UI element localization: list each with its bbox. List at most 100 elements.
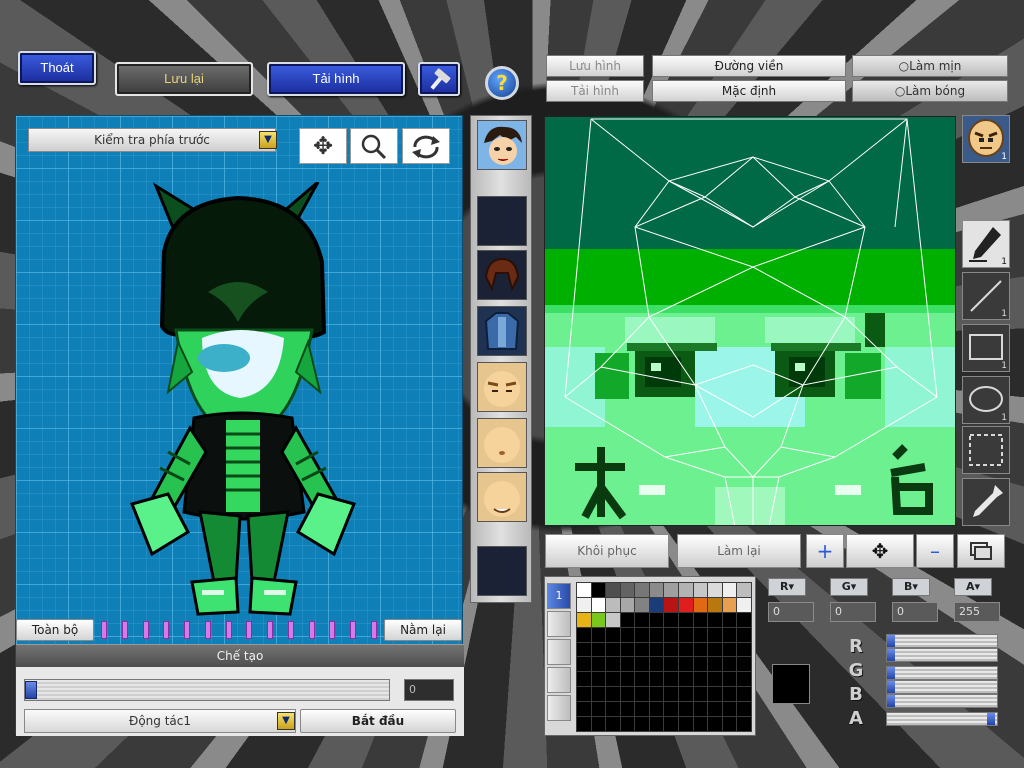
palette-swatch[interactable] <box>576 716 592 732</box>
palette-swatch[interactable] <box>590 596 607 613</box>
palette-tab-2[interactable] <box>547 611 571 637</box>
palette-swatch[interactable] <box>605 716 621 732</box>
frame-tick[interactable] <box>371 621 377 639</box>
palette-swatch[interactable] <box>634 671 650 688</box>
chevron-down-icon[interactable]: ▼ <box>277 712 295 730</box>
palette-swatch[interactable] <box>590 686 607 703</box>
frame-tick[interactable] <box>287 621 294 639</box>
frame-tick[interactable] <box>267 621 274 639</box>
palette-swatch[interactable] <box>736 611 752 628</box>
palette-swatch[interactable] <box>707 596 723 613</box>
palette-swatch[interactable] <box>736 596 752 613</box>
move-view-button[interactable]: ✥ <box>299 128 347 164</box>
frame-tick[interactable] <box>142 621 149 639</box>
frame-tick[interactable] <box>121 621 128 639</box>
redo-button[interactable]: Làm lại <box>677 534 801 568</box>
exit-button[interactable]: Thoát <box>18 51 96 85</box>
palette-swatch[interactable] <box>648 671 665 688</box>
select-tool-button[interactable] <box>962 426 1010 474</box>
palette-swatch[interactable] <box>648 596 665 613</box>
palette-swatch[interactable] <box>648 626 665 643</box>
palette-swatch[interactable] <box>619 626 636 643</box>
palette-swatch[interactable] <box>605 596 621 613</box>
palette-swatch[interactable] <box>619 701 636 718</box>
palette-swatch[interactable] <box>692 596 709 613</box>
action-select[interactable]: Động tác1 <box>24 709 296 733</box>
palette-swatch[interactable] <box>707 582 723 598</box>
zoom-in-button[interactable]: + <box>806 534 844 568</box>
palette-grid[interactable] <box>576 582 752 732</box>
palette-swatch[interactable] <box>692 686 709 703</box>
green-slider-knob[interactable] <box>887 667 895 679</box>
frame-tick[interactable] <box>350 621 357 639</box>
rotate-view-button[interactable] <box>402 128 450 164</box>
palette-swatch[interactable] <box>678 671 694 688</box>
palette-swatch[interactable] <box>634 656 650 673</box>
chevron-down-icon[interactable]: ▼ <box>259 131 277 149</box>
palette-swatch[interactable] <box>619 582 636 598</box>
palette-swatch[interactable] <box>619 656 636 673</box>
frame-tick[interactable] <box>308 621 315 639</box>
palette-swatch[interactable] <box>576 611 592 628</box>
blue-slider[interactable] <box>886 694 998 708</box>
palette-swatch[interactable] <box>619 671 636 688</box>
alpha-value-field[interactable]: 255 <box>954 602 1000 622</box>
eyedropper-tool-button[interactable] <box>962 478 1010 526</box>
load-image-button[interactable]: Tải hình <box>267 62 405 96</box>
palette-swatch[interactable] <box>663 716 680 732</box>
start-button[interactable]: Bắt đầu <box>300 709 456 733</box>
save-button[interactable]: Lưu lại <box>115 62 253 96</box>
palette-swatch[interactable] <box>605 671 621 688</box>
palette-tab-3[interactable] <box>547 639 571 665</box>
palette-swatch[interactable] <box>576 656 592 673</box>
palette-swatch[interactable] <box>721 656 738 673</box>
palette-swatch[interactable] <box>634 701 650 718</box>
palette-swatch[interactable] <box>648 656 665 673</box>
palette-swatch[interactable] <box>678 716 694 732</box>
palette-swatch[interactable] <box>663 626 680 643</box>
red-slider-2-knob[interactable] <box>887 649 895 661</box>
palette-swatch[interactable] <box>721 641 738 658</box>
palette-swatch[interactable] <box>634 686 650 703</box>
palette-swatch[interactable] <box>648 582 665 598</box>
line-tool-button[interactable]: 1 <box>962 272 1010 320</box>
palette-swatch[interactable] <box>605 641 621 658</box>
part-slot-character[interactable] <box>477 120 527 170</box>
texture-editor-canvas[interactable] <box>544 116 956 526</box>
palette-swatch[interactable] <box>663 701 680 718</box>
palette-swatch[interactable] <box>590 716 607 732</box>
frame-tick[interactable] <box>204 621 211 639</box>
palette-swatch[interactable] <box>721 671 738 688</box>
palette-swatch[interactable] <box>707 686 723 703</box>
palette-swatch[interactable] <box>663 656 680 673</box>
palette-swatch[interactable] <box>590 671 607 688</box>
palette-swatch[interactable] <box>576 596 592 613</box>
frame-slider-knob[interactable] <box>25 681 37 699</box>
palette-swatch[interactable] <box>678 596 694 613</box>
palette-swatch[interactable] <box>721 582 738 598</box>
palette-swatch[interactable] <box>707 611 723 628</box>
blue-value-field[interactable]: 0 <box>892 602 938 622</box>
palette-swatch[interactable] <box>576 626 592 643</box>
palette-swatch[interactable] <box>721 701 738 718</box>
palette-swatch[interactable] <box>692 716 709 732</box>
pan-button[interactable]: ✥ <box>846 534 914 568</box>
frame-tick[interactable] <box>329 621 336 639</box>
palette-swatch[interactable] <box>634 582 650 598</box>
palette-swatch[interactable] <box>634 626 650 643</box>
palette-swatch[interactable] <box>663 582 680 598</box>
layer-button[interactable] <box>957 534 1005 568</box>
palette-swatch[interactable] <box>619 716 636 732</box>
palette-swatch[interactable] <box>663 611 680 628</box>
palette-swatch[interactable] <box>692 701 709 718</box>
palette-swatch[interactable] <box>707 641 723 658</box>
frame-tick[interactable] <box>163 621 170 639</box>
palette-swatch[interactable] <box>692 641 709 658</box>
palette-swatch[interactable] <box>605 701 621 718</box>
palette-swatch[interactable] <box>619 641 636 658</box>
palette-swatch[interactable] <box>634 641 650 658</box>
palette-swatch[interactable] <box>605 611 621 628</box>
red-slider[interactable] <box>886 634 998 648</box>
palette-swatch[interactable] <box>634 611 650 628</box>
frame-tick[interactable] <box>184 621 191 639</box>
